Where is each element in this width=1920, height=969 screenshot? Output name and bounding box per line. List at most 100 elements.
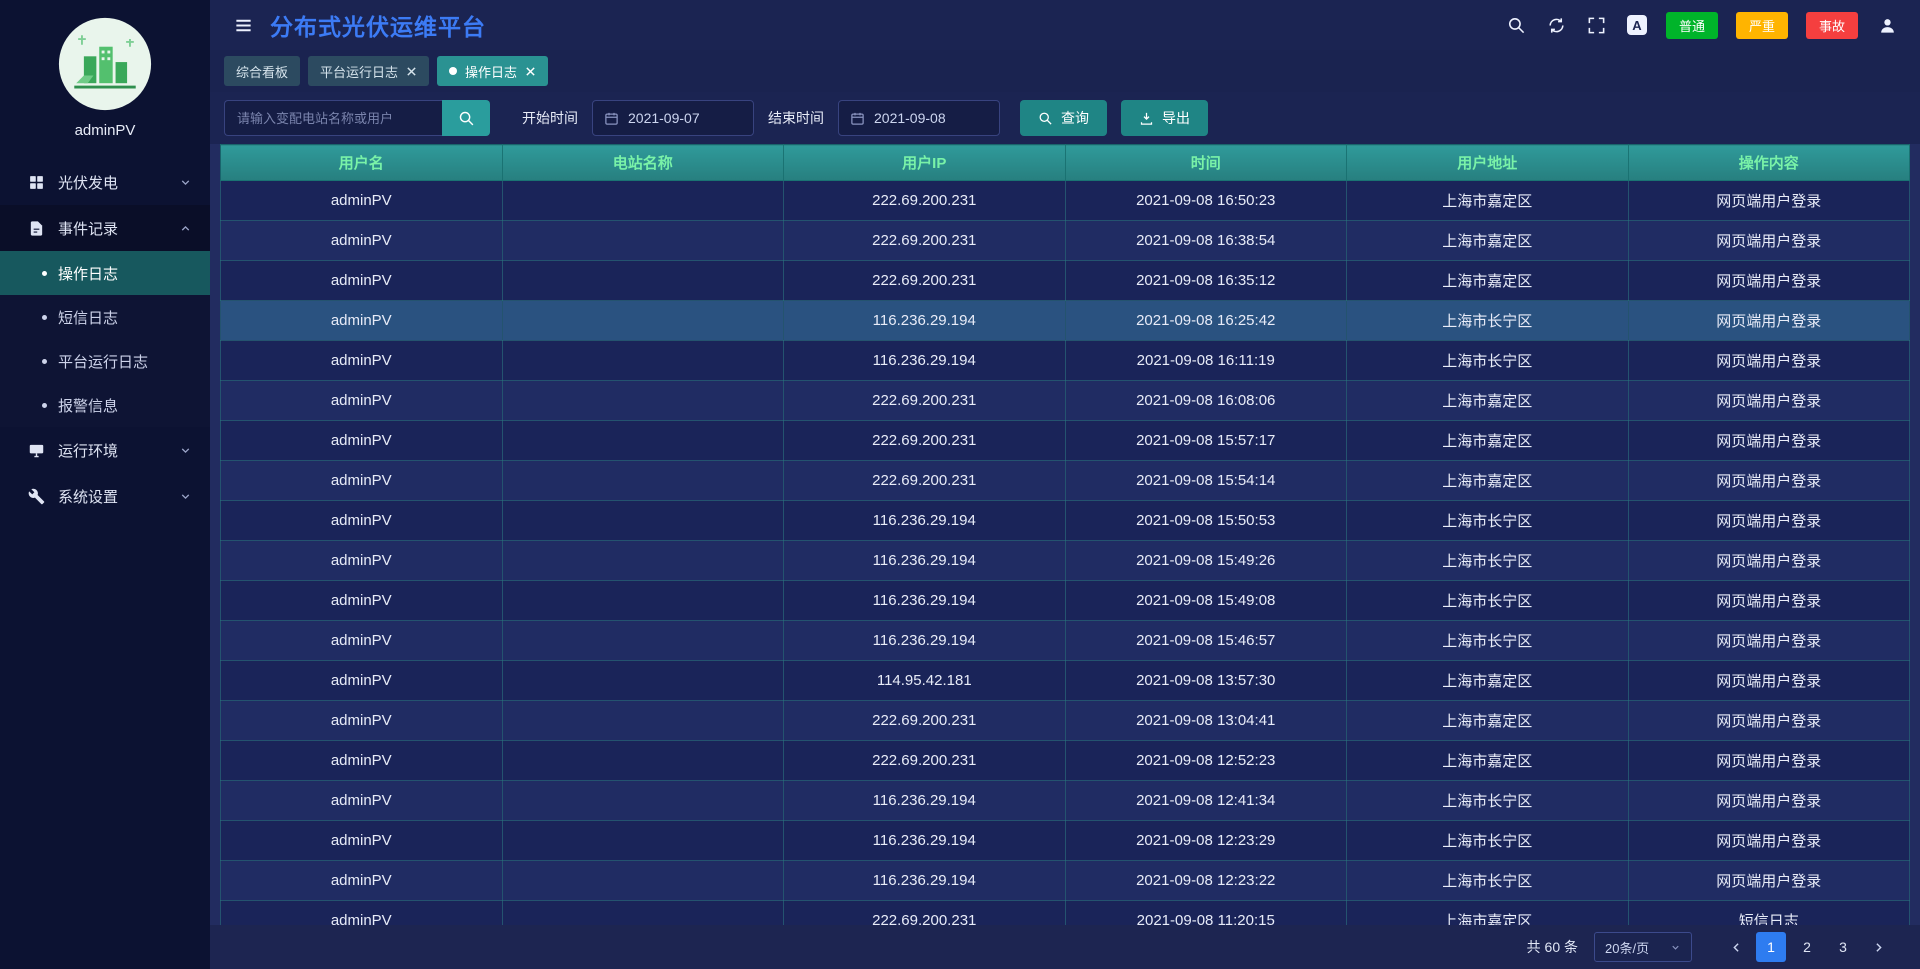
cell-user-address: 上海市长宁区 <box>1347 501 1629 541</box>
query-button[interactable]: 查询 <box>1020 100 1107 136</box>
cell-username: adminPV <box>221 861 503 901</box>
cell-time: 2021-09-08 15:57:17 <box>1065 421 1347 461</box>
table-row[interactable]: adminPV 116.236.29.194 2021-09-08 12:41:… <box>221 781 1910 821</box>
table-row[interactable]: adminPV 222.69.200.231 2021-09-08 15:54:… <box>221 461 1910 501</box>
sidebar-item-runtime-env[interactable]: 运行环境 <box>0 427 210 473</box>
page-button-1[interactable]: 1 <box>1756 932 1786 962</box>
user-icon <box>1878 16 1897 35</box>
cell-username: adminPV <box>221 781 503 821</box>
cell-station-name <box>502 821 784 861</box>
tab-bar: 综合看板 平台运行日志 操作日志 <box>210 50 1920 92</box>
table-row[interactable]: adminPV 222.69.200.231 2021-09-08 13:04:… <box>221 701 1910 741</box>
sidebar-item-system-settings[interactable]: 系统设置 <box>0 473 210 519</box>
cell-user-ip: 222.69.200.231 <box>784 461 1066 501</box>
table-row[interactable]: adminPV 116.236.29.194 2021-09-08 12:23:… <box>221 861 1910 901</box>
table-row[interactable]: adminPV 222.69.200.231 2021-09-08 16:50:… <box>221 181 1910 221</box>
user-menu-button[interactable] <box>1876 14 1898 36</box>
operation-log-table: 用户名 电站名称 用户IP 时间 用户地址 操作内容 adminPV 222.6… <box>220 144 1910 925</box>
cell-username: adminPV <box>221 661 503 701</box>
table-row[interactable]: adminPV 116.236.29.194 2021-09-08 12:23:… <box>221 821 1910 861</box>
cell-user-address: 上海市嘉定区 <box>1347 261 1629 301</box>
sidebar-subitem-label: 报警信息 <box>58 395 118 416</box>
app-logo <box>57 16 153 112</box>
page-size-value: 20条/页 <box>1605 938 1649 957</box>
cell-username: adminPV <box>221 701 503 741</box>
cell-user-ip: 222.69.200.231 <box>784 421 1066 461</box>
chevron-up-icon <box>179 222 192 235</box>
tab-operation-log[interactable]: 操作日志 <box>437 56 548 86</box>
fullscreen-button[interactable] <box>1586 14 1608 36</box>
table-row[interactable]: adminPV 222.69.200.231 2021-09-08 16:38:… <box>221 221 1910 261</box>
search-icon <box>1038 111 1053 126</box>
language-toggle-button[interactable]: A <box>1626 14 1648 36</box>
menu-toggle-button[interactable] <box>232 14 254 36</box>
page-button-3[interactable]: 3 <box>1828 932 1858 962</box>
table-row[interactable]: adminPV 114.95.42.181 2021-09-08 13:57:3… <box>221 661 1910 701</box>
cell-time: 2021-09-08 16:25:42 <box>1065 301 1347 341</box>
sidebar-subitem-platform-log[interactable]: 平台运行日志 <box>0 339 210 383</box>
cell-user-address: 上海市嘉定区 <box>1347 381 1629 421</box>
status-badge-normal[interactable]: 普通 <box>1666 12 1718 39</box>
table-row[interactable]: adminPV 222.69.200.231 2021-09-08 16:35:… <box>221 261 1910 301</box>
table-row[interactable]: adminPV 116.236.29.194 2021-09-08 15:46:… <box>221 621 1910 661</box>
sidebar-item-pv-generation[interactable]: 光伏发电 <box>0 159 210 205</box>
table-row[interactable]: adminPV 222.69.200.231 2021-09-08 11:20:… <box>221 901 1910 926</box>
table-row[interactable]: adminPV 222.69.200.231 2021-09-08 15:57:… <box>221 421 1910 461</box>
cell-user-ip: 116.236.29.194 <box>784 781 1066 821</box>
sidebar-item-event-records[interactable]: 事件记录 <box>0 205 210 251</box>
cell-station-name <box>502 541 784 581</box>
table-row[interactable]: adminPV 116.236.29.194 2021-09-08 15:49:… <box>221 541 1910 581</box>
cell-time: 2021-09-08 15:50:53 <box>1065 501 1347 541</box>
start-date-picker[interactable]: 2021-09-07 <box>592 100 754 136</box>
search-icon <box>458 110 475 127</box>
sidebar-subitem-label: 平台运行日志 <box>58 351 148 372</box>
export-button[interactable]: 导出 <box>1121 100 1208 136</box>
cell-username: adminPV <box>221 181 503 221</box>
cell-time: 2021-09-08 15:49:08 <box>1065 581 1347 621</box>
query-button-label: 查询 <box>1061 108 1089 128</box>
close-icon[interactable] <box>525 66 536 77</box>
end-date-value: 2021-09-08 <box>874 110 946 126</box>
page-numbers: 123 <box>1756 932 1858 962</box>
next-page-button[interactable] <box>1864 933 1892 961</box>
sidebar-subitem-sms-log[interactable]: 短信日志 <box>0 295 210 339</box>
table-row[interactable]: adminPV 222.69.200.231 2021-09-08 16:08:… <box>221 381 1910 421</box>
search-input[interactable] <box>224 100 442 136</box>
end-date-picker[interactable]: 2021-09-08 <box>838 100 1000 136</box>
table-row[interactable]: adminPV 116.236.29.194 2021-09-08 16:25:… <box>221 301 1910 341</box>
cell-user-address: 上海市嘉定区 <box>1347 421 1629 461</box>
search-group <box>224 100 490 136</box>
table-row[interactable]: adminPV 116.236.29.194 2021-09-08 16:11:… <box>221 341 1910 381</box>
cell-time: 2021-09-08 16:38:54 <box>1065 221 1347 261</box>
tab-label: 综合看板 <box>236 62 288 81</box>
cell-operation: 网页端用户登录 <box>1628 221 1910 261</box>
search-button[interactable] <box>442 100 490 136</box>
cell-user-address: 上海市嘉定区 <box>1347 901 1629 926</box>
top-bar-actions: A 普通 严重 事故 <box>1506 12 1898 39</box>
sidebar-item-label: 系统设置 <box>58 486 118 507</box>
cell-station-name <box>502 741 784 781</box>
grid-icon <box>28 174 45 191</box>
tab-dashboard[interactable]: 综合看板 <box>224 56 300 86</box>
monitor-icon <box>28 442 45 459</box>
sidebar-subitem-operation-log[interactable]: 操作日志 <box>0 251 210 295</box>
close-icon[interactable] <box>406 66 417 77</box>
table-row[interactable]: adminPV 116.236.29.194 2021-09-08 15:49:… <box>221 581 1910 621</box>
cell-operation: 网页端用户登录 <box>1628 181 1910 221</box>
table-row[interactable]: adminPV 222.69.200.231 2021-09-08 12:52:… <box>221 741 1910 781</box>
cell-user-address: 上海市长宁区 <box>1347 301 1629 341</box>
refresh-button[interactable] <box>1546 14 1568 36</box>
status-badge-accident[interactable]: 事故 <box>1806 12 1858 39</box>
search-toggle-button[interactable] <box>1506 14 1528 36</box>
cell-user-ip: 222.69.200.231 <box>784 741 1066 781</box>
page-size-select[interactable]: 20条/页 <box>1594 932 1692 962</box>
prev-page-button[interactable] <box>1722 933 1750 961</box>
sidebar-username: adminPV <box>0 122 210 139</box>
translate-icon: A <box>1627 15 1647 35</box>
table-row[interactable]: adminPV 116.236.29.194 2021-09-08 15:50:… <box>221 501 1910 541</box>
page-button-2[interactable]: 2 <box>1792 932 1822 962</box>
cell-user-ip: 222.69.200.231 <box>784 221 1066 261</box>
status-badge-severe[interactable]: 严重 <box>1736 12 1788 39</box>
sidebar-subitem-alarm-info[interactable]: 报警信息 <box>0 383 210 427</box>
tab-platform-log[interactable]: 平台运行日志 <box>308 56 429 86</box>
